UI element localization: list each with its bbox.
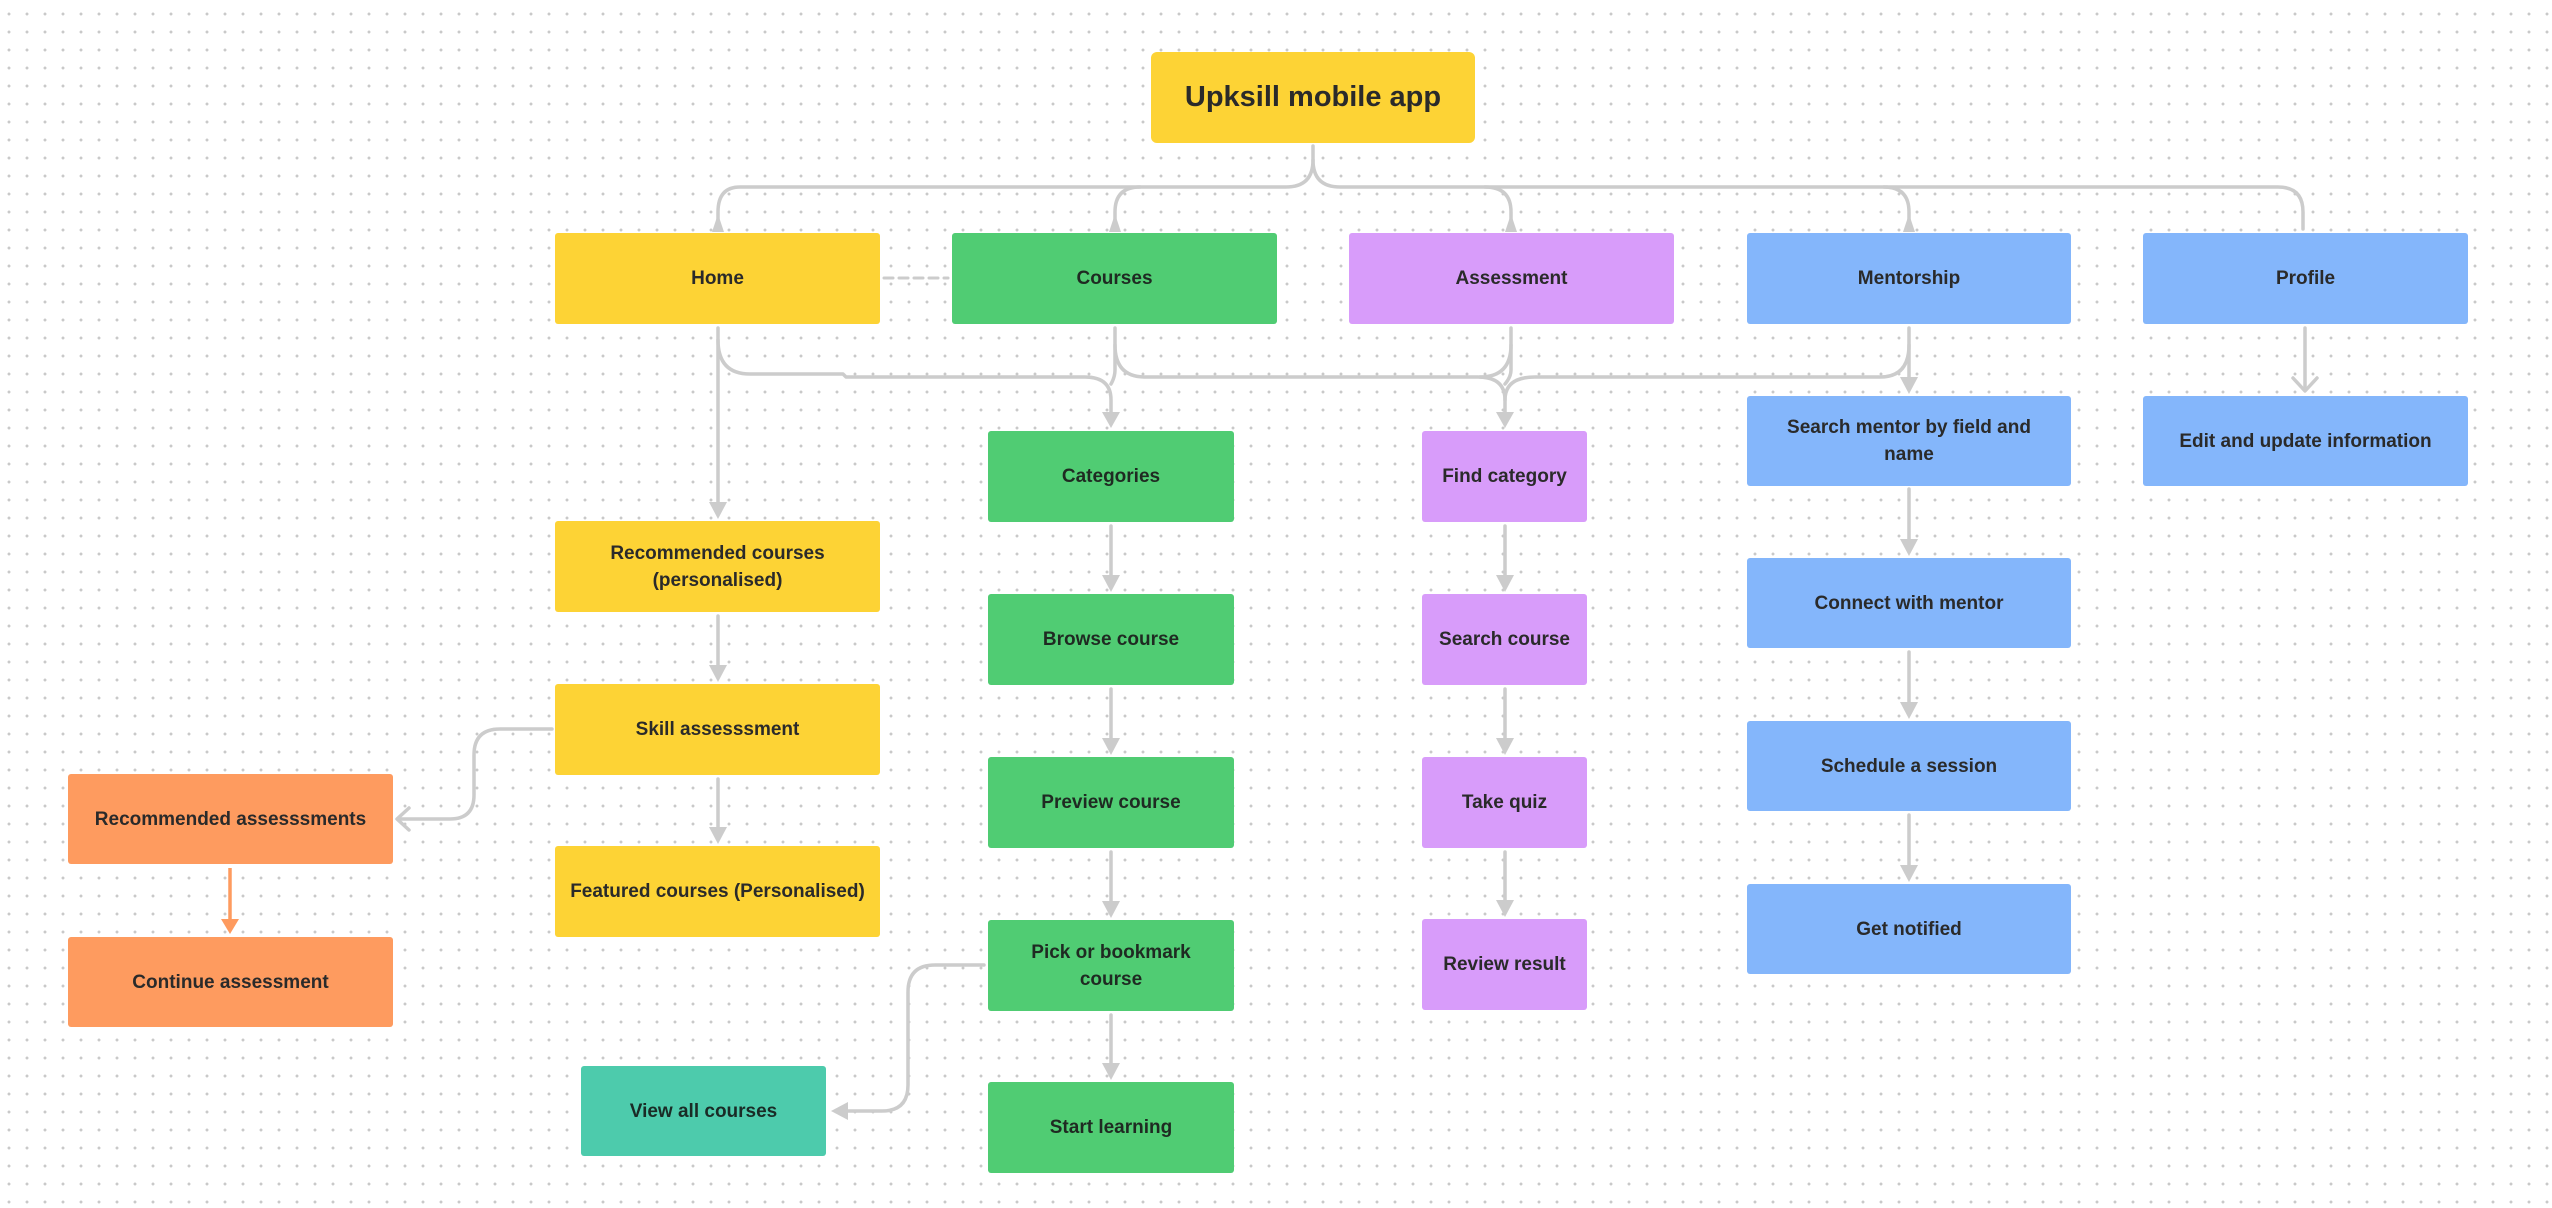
- arrowhead-courses: [1109, 214, 1121, 232]
- node-home-label: Home: [691, 268, 744, 289]
- node-recommended-assessments[interactable]: Recommended assesssments: [68, 774, 393, 864]
- node-pick-or-bookmark-course[interactable]: Pick or bookmark course: [988, 920, 1234, 1011]
- node-featured-courses-label: Featured courses (Personalised): [570, 881, 865, 902]
- arrowhead-recommended: [709, 502, 727, 519]
- node-assessment[interactable]: Assessment: [1349, 233, 1674, 324]
- edge-courses-to-find: [1113, 343, 1507, 417]
- node-start-learning-label: Start learning: [1049, 1117, 1173, 1138]
- node-profile[interactable]: Profile: [2143, 233, 2468, 324]
- node-assessment-label: Assessment: [1455, 268, 1568, 289]
- node-schedule-session[interactable]: Schedule a session: [1747, 721, 2071, 811]
- arrowhead-skill: [709, 665, 727, 682]
- arrowhead-connect: [1900, 539, 1918, 556]
- edge-assessment-curve: [1478, 343, 1513, 379]
- arrowhead-pick: [1102, 901, 1120, 918]
- node-recommended-courses-label: Recommended courses (personalised): [610, 542, 825, 591]
- node-recommended-courses[interactable]: Recommended courses (personalised): [555, 521, 880, 612]
- edge-courses-to-categories: [1109, 326, 1117, 386]
- node-featured-courses[interactable]: Featured courses (Personalised): [555, 846, 880, 937]
- root-node-title[interactable]: Upksill mobile app: [1151, 52, 1475, 143]
- node-find-category-label: Find category: [1442, 466, 1567, 487]
- arrowhead-browse: [1102, 575, 1120, 592]
- node-preview-course[interactable]: Preview course: [988, 757, 1234, 848]
- edge-mentorship-to-find: [1503, 343, 1911, 402]
- arrowhead-notified: [1900, 865, 1918, 882]
- node-categories[interactable]: Categories: [988, 431, 1234, 522]
- edge-home-to-categories: [716, 338, 1113, 417]
- node-search-mentor-label: Search mentor by field and name: [1787, 417, 2031, 465]
- node-recommended-assessments-label: Recommended assesssments: [94, 808, 367, 830]
- arrowhead-schedule: [1900, 702, 1918, 719]
- node-continue-assessment-label: Continue assessment: [132, 971, 329, 993]
- edge-skill-to-rec-assessments: [397, 727, 554, 821]
- arrowhead-viewall: [831, 1102, 848, 1120]
- edge-bus-mentorship: [1882, 185, 1911, 222]
- node-edit-update-info-label: Edit and update information: [2179, 430, 2432, 452]
- arrowhead-start: [1102, 1063, 1120, 1080]
- arrowhead-review: [1496, 900, 1514, 917]
- node-view-all-courses-label: View all courses: [629, 1100, 778, 1122]
- node-browse-course[interactable]: Browse course: [988, 594, 1234, 685]
- node-schedule-session-label: Schedule a session: [1820, 755, 1998, 777]
- node-mentorship-label: Mentorship: [1857, 268, 1961, 289]
- node-start-learning[interactable]: Start learning: [988, 1082, 1234, 1173]
- arrowhead-quiz: [1496, 738, 1514, 755]
- node-connect-with-mentor[interactable]: Connect with mentor: [1747, 558, 2071, 648]
- arrowhead-home: [712, 214, 724, 232]
- arrowhead-assessment: [1505, 214, 1517, 232]
- arrowhead-categories: [1102, 412, 1120, 428]
- node-edit-update-info[interactable]: Edit and update information: [2143, 396, 2468, 486]
- diagram-canvas[interactable]: Upksill mobile app Home Courses Assessme…: [0, 0, 2552, 1208]
- node-courses[interactable]: Courses: [952, 233, 1277, 324]
- edge-profile-to-edit-chevron: [2291, 376, 2319, 393]
- arrowhead-search-mentor: [1900, 377, 1918, 394]
- edge-pick-to-viewall: [843, 963, 986, 1113]
- node-review-result[interactable]: Review result: [1422, 919, 1587, 1010]
- node-review-result-label: Review result: [1443, 954, 1566, 975]
- node-preview-course-label: Preview course: [1041, 792, 1181, 813]
- node-search-course[interactable]: Search course: [1422, 594, 1587, 685]
- node-search-mentor[interactable]: Search mentor by field and name: [1747, 396, 2071, 486]
- arrowhead-find: [1496, 412, 1514, 428]
- node-home[interactable]: Home: [555, 233, 880, 324]
- node-view-all-courses[interactable]: View all courses: [581, 1066, 826, 1156]
- node-skill-assessment[interactable]: Skill assesssment: [555, 684, 880, 775]
- node-take-quiz[interactable]: Take quiz: [1422, 757, 1587, 848]
- node-browse-course-label: Browse course: [1042, 629, 1180, 650]
- node-continue-assessment[interactable]: Continue assessment: [68, 937, 393, 1027]
- node-skill-assessment-label: Skill assesssment: [635, 719, 800, 740]
- node-pick-or-bookmark-course-label: Pick or bookmark course: [1031, 941, 1191, 990]
- edge-assessment-to-find: [1503, 326, 1513, 386]
- node-courses-label: Courses: [1076, 268, 1153, 289]
- node-mentorship[interactable]: Mentorship: [1747, 233, 2071, 324]
- node-get-notified-label: Get notified: [1856, 918, 1962, 940]
- edge-bus-left: [716, 158, 1315, 222]
- node-find-category[interactable]: Find category: [1422, 431, 1587, 522]
- node-profile-label: Profile: [2275, 268, 2336, 289]
- edge-bus-assessment: [1483, 185, 1513, 222]
- node-get-notified[interactable]: Get notified: [1747, 884, 2071, 974]
- node-take-quiz-label: Take quiz: [1461, 792, 1548, 813]
- arrowhead-search-course: [1496, 575, 1514, 592]
- root-node-label: Upksill mobile app: [1184, 81, 1442, 113]
- node-search-course-label: Search course: [1439, 629, 1570, 650]
- edge-bus-courses: [1113, 185, 1142, 222]
- arrowhead-mentorship: [1903, 214, 1915, 232]
- arrowhead-preview: [1102, 738, 1120, 755]
- node-connect-with-mentor-label: Connect with mentor: [1814, 592, 2004, 614]
- edge-skill-to-rec-assessments-chevron: [395, 806, 411, 832]
- arrowhead-featured: [709, 827, 727, 844]
- edge-title-to-bus: [1311, 144, 2305, 231]
- node-categories-label: Categories: [1061, 466, 1161, 487]
- arrowhead-continue: [221, 919, 239, 934]
